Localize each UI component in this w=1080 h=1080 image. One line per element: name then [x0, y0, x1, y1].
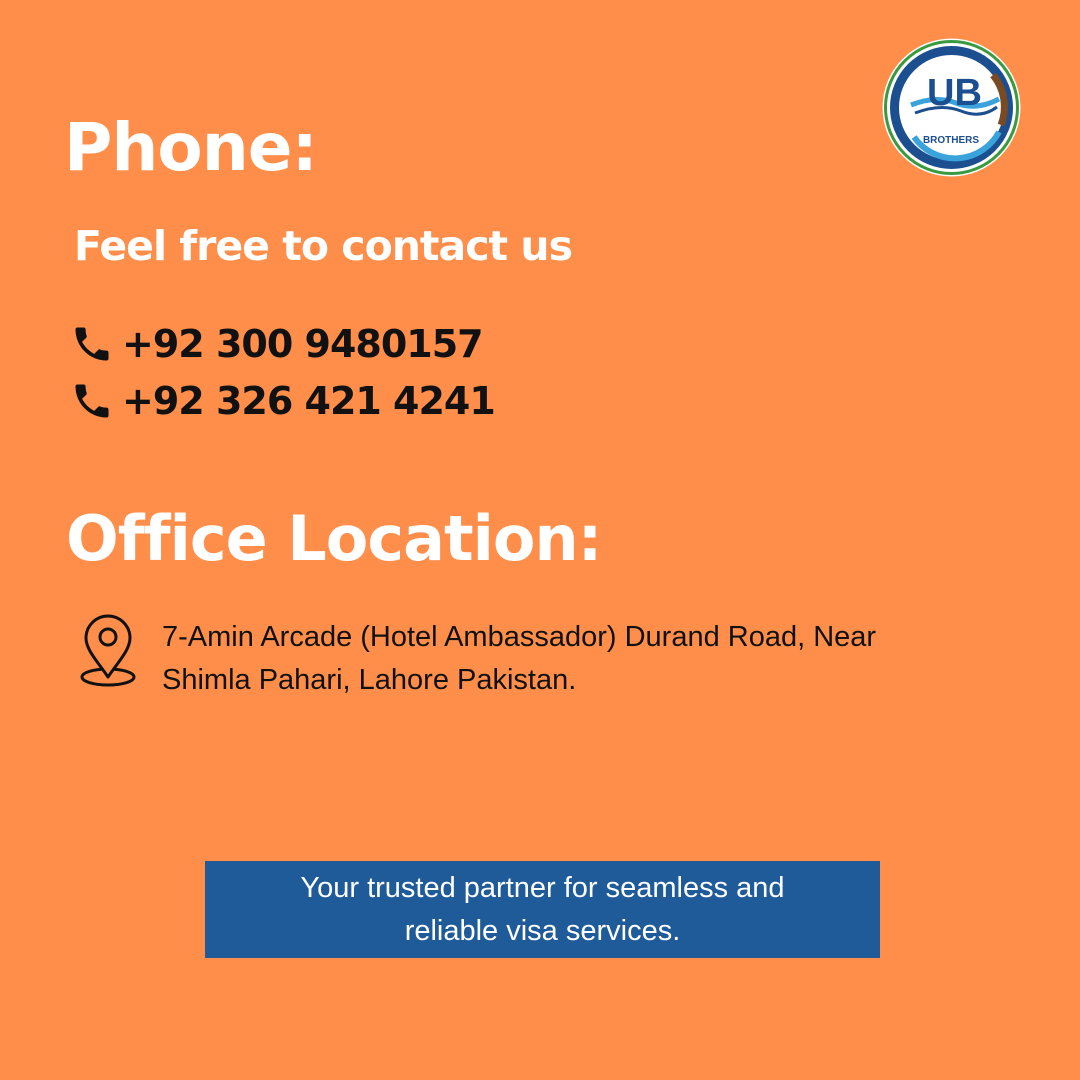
tagline-banner: Your trusted partner for seamless and re…: [205, 861, 880, 958]
logo-wordmark: BROTHERS: [923, 135, 979, 146]
contact-subheading: Feel free to contact us: [74, 222, 573, 270]
office-location-heading: Office Location:: [66, 502, 602, 575]
address-line-2: Shimla Pahari, Lahore Pakistan.: [162, 664, 577, 696]
office-address: 7-Amin Arcade (Hotel Ambassador) Durand …: [162, 616, 982, 702]
tagline-line-1: Your trusted partner for seamless and: [300, 871, 785, 904]
phone-number: +92 300 9480157: [122, 322, 484, 366]
phone-heading: Phone:: [64, 109, 318, 186]
phone-number-row-2[interactable]: +92 326 421 4241: [70, 378, 496, 424]
location-pin-icon: [78, 614, 138, 692]
address-line-1: 7-Amin Arcade (Hotel Ambassador) Durand …: [162, 621, 877, 653]
tagline-text: Your trusted partner for seamless and re…: [233, 867, 853, 953]
phone-icon: [70, 322, 114, 366]
ub-brothers-logo: UB BROTHERS: [881, 37, 1022, 178]
tagline-line-2: reliable visa services.: [404, 914, 681, 947]
phone-number-row-1[interactable]: +92 300 9480157: [70, 321, 484, 367]
phone-icon: [70, 379, 114, 423]
logo-monogram: UB: [927, 72, 982, 114]
phone-number: +92 326 421 4241: [122, 379, 496, 423]
